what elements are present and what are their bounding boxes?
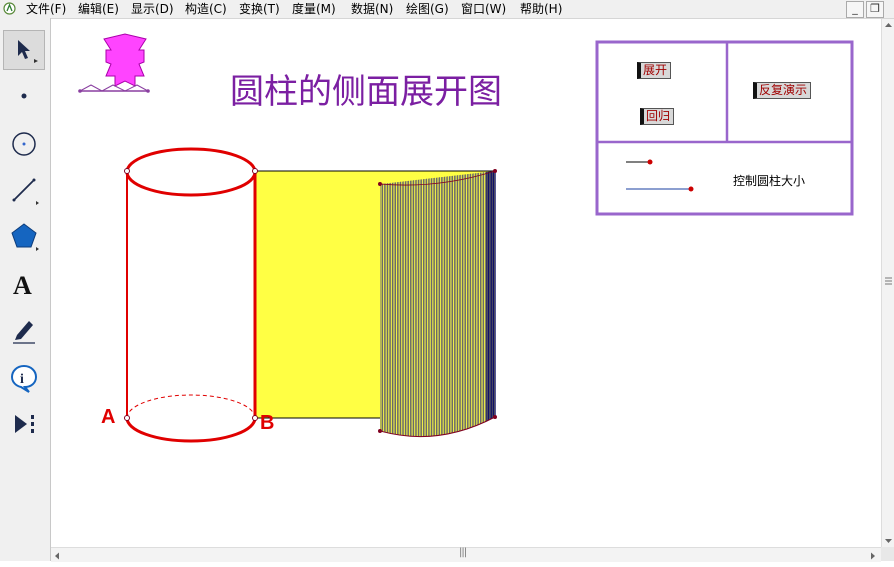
logo-figure (78, 33, 150, 93)
text-tool-icon: A (13, 271, 32, 299)
marker-tool[interactable] (3, 310, 45, 350)
polygon-icon (11, 223, 39, 251)
custom-tools[interactable] (3, 404, 45, 444)
text-tool[interactable]: A (3, 264, 45, 304)
rolling-point-bottom-right[interactable] (493, 415, 497, 419)
vertical-scrollbar[interactable] (881, 19, 894, 547)
app-icon (3, 2, 16, 15)
information-tool[interactable]: i (3, 358, 45, 398)
menu-window[interactable]: 窗口(W) (461, 1, 506, 17)
rolling-cylinder[interactable] (380, 171, 496, 437)
menu-graph[interactable]: 绘图(G) (406, 1, 449, 17)
scroll-corner (881, 547, 894, 561)
point-b[interactable] (252, 415, 258, 421)
point-a[interactable] (124, 415, 130, 421)
menu-edit[interactable]: 编辑(E) (78, 1, 119, 17)
expand-button[interactable]: 展开 (637, 62, 672, 79)
rolling-point-right[interactable] (493, 169, 497, 173)
control-size-label: 控制圆柱大小 (733, 174, 806, 188)
marker-icon (13, 321, 35, 344)
return-button[interactable]: 回归 (640, 108, 675, 125)
menu-bar: 文件(F) 编辑(E) 显示(D) 构造(C) 变换(T) 度量(M) 数据(N… (0, 0, 894, 19)
straightedge-tool[interactable] (3, 170, 45, 210)
information-icon: i (10, 364, 38, 393)
page-title: 圆柱的侧面展开图 (230, 72, 502, 112)
cylinder-top-left-point[interactable] (124, 168, 130, 174)
compass-icon (12, 132, 36, 156)
point-a-label: A (101, 406, 116, 428)
svg-text:A: A (13, 271, 32, 299)
cylinder-top-right-point[interactable] (252, 168, 258, 174)
scroll-down-icon[interactable] (885, 539, 892, 543)
rolling-point-bottom[interactable] (378, 429, 382, 433)
scroll-left-icon[interactable] (55, 552, 59, 560)
scroll-up-icon[interactable] (885, 23, 892, 27)
point-icon (21, 93, 27, 99)
point-b-label: B (260, 412, 275, 434)
polygon-tool[interactable] (3, 216, 45, 256)
compass-tool[interactable] (3, 124, 45, 164)
toolbox: A i (0, 18, 51, 561)
arrow-icon (18, 40, 38, 63)
straightedge-icon (12, 178, 39, 205)
custom-tools-icon (15, 415, 34, 433)
size-slider-long-handle[interactable] (688, 186, 694, 192)
menu-measure[interactable]: 度量(M) (292, 1, 336, 17)
menu-display[interactable]: 显示(D) (131, 1, 174, 17)
menu-file[interactable]: 文件(F) (26, 1, 66, 17)
menu-data[interactable]: 数据(N) (351, 1, 393, 17)
arrow-tool[interactable] (3, 30, 45, 70)
scrollbar-grip[interactable]: ||| (459, 547, 467, 558)
menu-help[interactable]: 帮助(H) (520, 1, 562, 17)
cylinder[interactable] (125, 147, 257, 443)
point-tool[interactable] (3, 76, 45, 116)
scroll-right-icon[interactable] (871, 552, 875, 560)
menu-transform[interactable]: 变换(T) (239, 1, 280, 17)
rolling-point-top[interactable] (378, 182, 382, 186)
horizontal-scrollbar[interactable]: ||| (51, 547, 881, 562)
control-panel (595, 40, 854, 216)
svg-text:i: i (20, 372, 24, 387)
size-slider-short-handle[interactable] (647, 159, 653, 165)
restore-button[interactable]: ❐ (866, 1, 884, 18)
menu-construct[interactable]: 构造(C) (185, 1, 227, 17)
sketch-canvas[interactable]: 圆柱的侧面展开图 展开 回归 反复演示 控制圆柱大小 A B (51, 19, 881, 547)
minimize-button[interactable]: _ (846, 1, 864, 18)
repeat-demo-button[interactable]: 反复演示 (753, 82, 812, 99)
